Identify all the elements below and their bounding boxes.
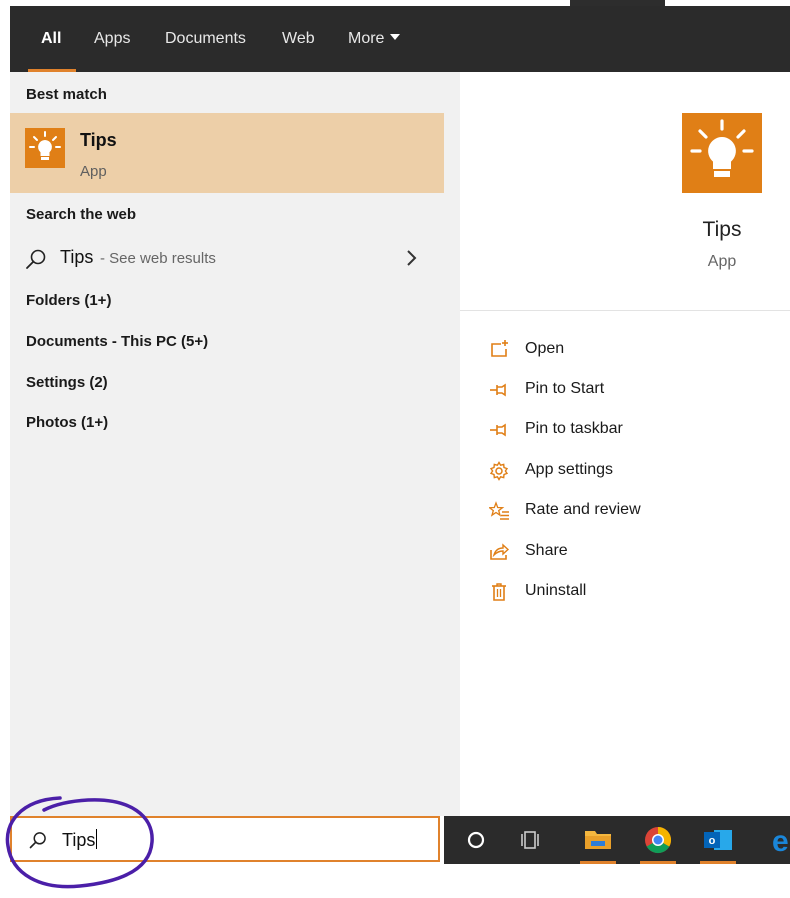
text-caret xyxy=(96,829,98,850)
chevron-right-icon[interactable] xyxy=(405,248,419,268)
tab-web[interactable]: Web xyxy=(282,6,315,72)
pin-icon xyxy=(490,423,506,437)
search-web-header: Search the web xyxy=(26,206,137,223)
action-app-settings-label: App settings xyxy=(525,461,614,478)
trash-icon xyxy=(492,583,506,601)
action-pin-to-taskbar-label: Pin to taskbar xyxy=(525,420,623,437)
action-rate-and-review[interactable]: Rate and review xyxy=(485,497,765,525)
category-settings[interactable]: Settings (2) xyxy=(26,374,108,391)
action-rate-and-review-label: Rate and review xyxy=(525,501,641,518)
pin-icon xyxy=(490,383,506,397)
lightbulb-icon xyxy=(682,113,762,193)
best-match-name: Tips xyxy=(80,130,117,150)
action-open-label: Open xyxy=(525,340,565,357)
action-pin-to-start-label: Pin to Start xyxy=(525,380,605,397)
action-share-label: Share xyxy=(525,542,568,559)
search-icon xyxy=(26,249,46,269)
search-input-value: Tips xyxy=(62,829,98,851)
search-tabs: All Apps Documents Web More xyxy=(10,6,790,72)
edge-icon[interactable]: e xyxy=(756,816,790,864)
taskbar: o e xyxy=(444,816,790,864)
search-input[interactable]: Tips xyxy=(10,816,440,862)
chevron-down-icon xyxy=(390,33,401,40)
tab-documents[interactable]: Documents xyxy=(165,6,246,72)
action-uninstall-label: Uninstall xyxy=(525,582,587,599)
action-share[interactable]: Share xyxy=(485,538,765,566)
action-app-settings[interactable]: App settings xyxy=(485,457,765,485)
search-icon xyxy=(29,832,46,849)
web-result-row[interactable]: Tips - See web results xyxy=(10,242,444,276)
tab-apps[interactable]: Apps xyxy=(94,6,130,72)
category-folders[interactable]: Folders (1+) xyxy=(26,292,111,309)
action-pin-to-start[interactable]: Pin to Start xyxy=(485,376,765,404)
lightbulb-icon xyxy=(25,128,65,168)
outlook-icon[interactable]: o xyxy=(694,816,742,864)
tab-all[interactable]: All xyxy=(41,6,61,72)
preview-app-name: Tips xyxy=(702,218,742,241)
best-match-item[interactable]: Tips App xyxy=(10,113,444,193)
action-pin-to-taskbar[interactable]: Pin to taskbar xyxy=(485,416,765,444)
open-icon xyxy=(491,340,508,357)
category-photos[interactable]: Photos (1+) xyxy=(26,414,108,431)
results-panel: Best match Tips App Search the web Tips … xyxy=(10,72,450,816)
action-uninstall[interactable]: Uninstall xyxy=(485,578,765,606)
web-result-hint: - See web results xyxy=(100,250,216,267)
best-match-type: App xyxy=(80,163,107,180)
svg-text:o: o xyxy=(709,835,716,847)
tab-more-label: More xyxy=(348,30,385,47)
page-bottom xyxy=(0,864,790,898)
task-view-icon[interactable] xyxy=(508,816,556,864)
action-open[interactable]: Open xyxy=(485,336,765,364)
star-list-icon xyxy=(489,501,509,520)
share-icon xyxy=(490,543,509,560)
best-match-header: Best match xyxy=(26,86,107,103)
preview-app-type: App xyxy=(707,253,737,270)
preview-actions: Open Pin to Start Pin to taskbar App set… xyxy=(460,310,790,817)
tab-more[interactable]: More xyxy=(348,6,401,72)
web-result-term: Tips xyxy=(60,247,94,267)
gear-icon xyxy=(489,461,509,481)
category-documents[interactable]: Documents - This PC (5+) xyxy=(26,333,208,350)
search-input-text: Tips xyxy=(62,830,96,850)
svg-text:e: e xyxy=(772,825,789,858)
cortana-icon[interactable] xyxy=(452,816,500,864)
file-explorer-icon[interactable] xyxy=(574,816,622,864)
chrome-icon[interactable] xyxy=(634,816,682,864)
panel-separator xyxy=(444,72,460,816)
